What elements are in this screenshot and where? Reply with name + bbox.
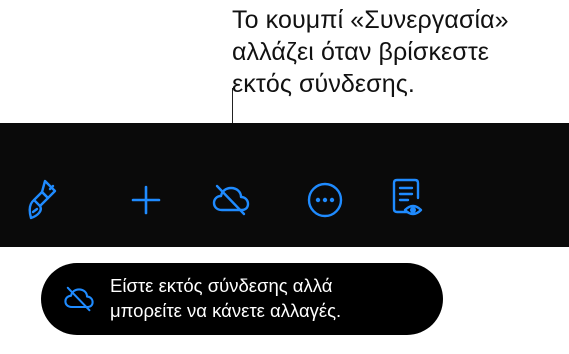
paintbrush-icon	[28, 179, 57, 220]
collaboration-button[interactable]	[209, 178, 253, 222]
more-icon	[307, 182, 343, 218]
format-button[interactable]	[22, 178, 66, 222]
callout-text: Το κουμπί «Συνεργασία» αλλάζει όταν βρίσ…	[232, 4, 562, 100]
cloud-offline-icon	[212, 184, 250, 216]
callout-line-3: εκτός σύνδεσης.	[232, 70, 415, 98]
offline-message: Είστε εκτός σύνδεσης αλλά μπορείτε να κά…	[110, 273, 435, 323]
callout-line-1: Το κουμπί «Συνεργασία»	[232, 6, 509, 34]
cloud-offline-icon	[64, 286, 94, 312]
more-button[interactable]	[303, 178, 347, 222]
document-view-icon	[392, 178, 423, 216]
toolbar	[0, 123, 569, 247]
insert-button[interactable]	[124, 178, 168, 222]
callout-line-2: αλλάζει όταν βρίσκεστε	[232, 38, 490, 66]
plus-icon	[131, 185, 161, 215]
offline-message-line-1: Είστε εκτός σύνδεσης αλλά	[110, 275, 333, 296]
offline-message-line-2: μπορείτε να κάνετε αλλαγές.	[110, 300, 342, 321]
reading-view-button[interactable]	[387, 178, 431, 222]
offline-banner: Είστε εκτός σύνδεσης αλλά μπορείτε να κά…	[41, 263, 443, 335]
